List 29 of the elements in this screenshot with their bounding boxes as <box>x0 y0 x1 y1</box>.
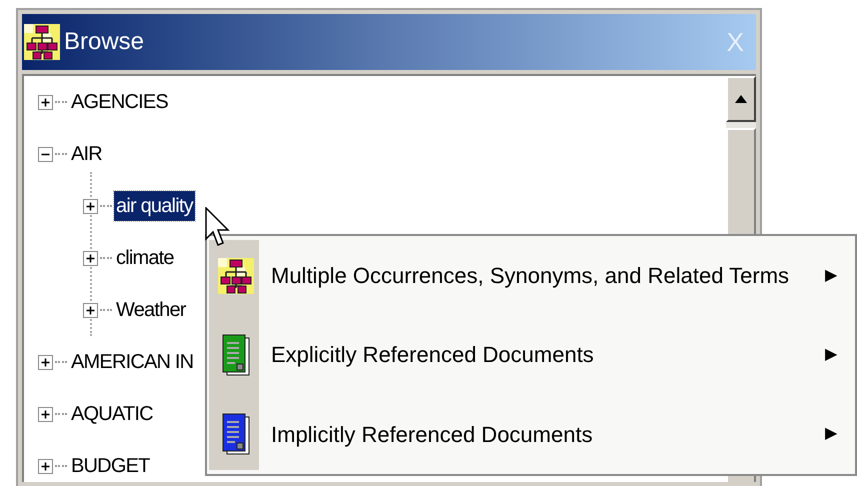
expand-icon[interactable] <box>83 198 98 214</box>
collapse-icon[interactable] <box>38 146 53 162</box>
submenu-arrow: ▶ <box>825 266 837 286</box>
scroll-up-button[interactable] <box>726 76 756 122</box>
tree-item[interactable]: AQUATIC <box>69 399 155 429</box>
expand-icon[interactable] <box>38 94 53 110</box>
hierarchy-icon <box>218 258 254 294</box>
document-icon <box>222 413 250 456</box>
tree-item[interactable]: AMERICAN IN <box>69 347 196 377</box>
expand-icon[interactable] <box>38 458 53 474</box>
submenu-arrow: ▶ <box>825 424 837 444</box>
app-icon <box>24 24 60 60</box>
menu-item[interactable]: Implicitly Referenced Documents ▶ <box>209 398 855 470</box>
expand-icon[interactable] <box>38 354 53 370</box>
tree-item[interactable]: Weather <box>114 295 188 325</box>
tree-item[interactable]: air quality <box>114 191 195 221</box>
submenu-arrow: ▶ <box>825 344 837 365</box>
tree-item[interactable]: AIR <box>69 139 104 169</box>
menu-item[interactable]: Multiple Occurrences, Synonyms, and Related Terms ▶ <box>209 240 855 312</box>
expand-icon[interactable] <box>38 406 53 422</box>
menu-item[interactable]: Explicitly Referenced Documents ▶ <box>209 318 855 391</box>
expand-icon[interactable] <box>83 250 98 266</box>
tree-item[interactable]: AGENCIES <box>69 87 170 117</box>
window-title: Browse <box>64 27 144 57</box>
tree-item[interactable]: BUDGET <box>69 451 152 481</box>
expand-icon[interactable] <box>83 302 98 318</box>
up-arrow-icon <box>735 95 747 103</box>
tree-item[interactable]: climate <box>114 243 176 273</box>
document-icon <box>222 334 250 376</box>
